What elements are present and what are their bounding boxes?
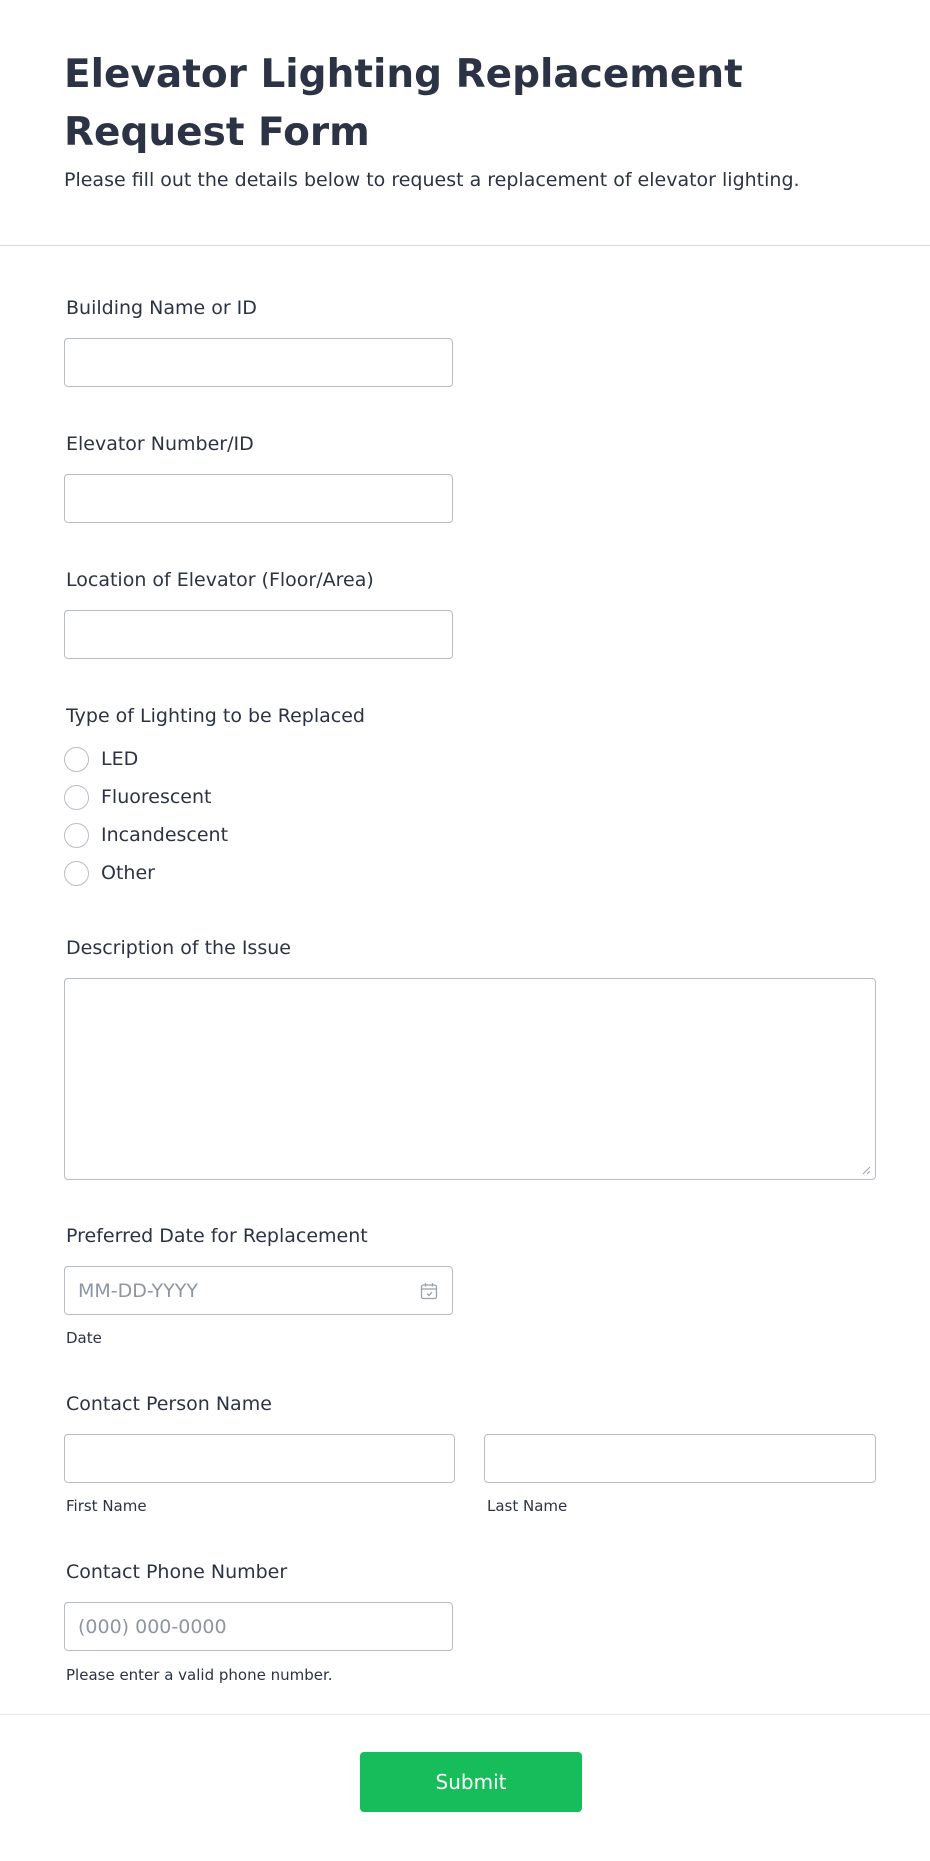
location-input[interactable] — [64, 610, 453, 659]
footer-divider — [0, 1714, 930, 1715]
date-sublabel: Date — [66, 1329, 102, 1347]
lighting-type-label: Type of Lighting to be Replaced — [66, 705, 365, 727]
phone-input[interactable]: (000) 000-0000 — [64, 1602, 453, 1651]
page-subtitle: Please fill out the details below to req… — [64, 169, 800, 191]
phone-label: Contact Phone Number — [66, 1561, 288, 1583]
first-name-sublabel: First Name — [66, 1497, 147, 1515]
date-label: Preferred Date for Replacement — [66, 1225, 368, 1247]
radio-option-led[interactable]: LED — [64, 746, 138, 772]
radio-button[interactable] — [64, 784, 89, 810]
elevator-input[interactable] — [64, 474, 453, 523]
radio-label: Fluorescent — [101, 786, 212, 808]
building-label: Building Name or ID — [66, 297, 257, 319]
date-input[interactable]: MM-DD-YYYY — [64, 1266, 453, 1315]
radio-button[interactable] — [64, 746, 89, 772]
last-name-input[interactable] — [484, 1434, 876, 1483]
radio-label: LED — [101, 748, 139, 770]
last-name-sublabel: Last Name — [487, 1497, 568, 1515]
calendar-icon[interactable] — [419, 1281, 439, 1301]
contact-name-label: Contact Person Name — [66, 1393, 272, 1415]
radio-option-fluorescent[interactable]: Fluorescent — [64, 784, 211, 810]
radio-button[interactable] — [64, 860, 89, 886]
phone-placeholder: (000) 000-0000 — [78, 1616, 227, 1638]
date-placeholder: MM-DD-YYYY — [78, 1280, 198, 1302]
radio-label: Other — [101, 862, 155, 884]
description-textarea[interactable] — [64, 978, 876, 1180]
description-label: Description of the Issue — [66, 937, 291, 959]
elevator-label: Elevator Number/ID — [66, 433, 254, 455]
phone-sublabel: Please enter a valid phone number. — [66, 1666, 333, 1684]
first-name-input[interactable] — [64, 1434, 455, 1483]
page-title: Elevator Lighting Replacement Request Fo… — [64, 52, 743, 155]
radio-option-other[interactable]: Other — [64, 860, 155, 886]
building-input[interactable] — [64, 338, 453, 387]
radio-option-incandescent[interactable]: Incandescent — [64, 822, 228, 848]
resize-handle-icon[interactable] — [861, 1165, 871, 1175]
submit-button[interactable]: Submit — [360, 1752, 582, 1812]
form-header: Elevator Lighting Replacement Request Fo… — [0, 0, 930, 246]
radio-button[interactable] — [64, 822, 89, 848]
location-label: Location of Elevator (Floor/Area) — [66, 569, 374, 591]
radio-label: Incandescent — [101, 824, 229, 846]
